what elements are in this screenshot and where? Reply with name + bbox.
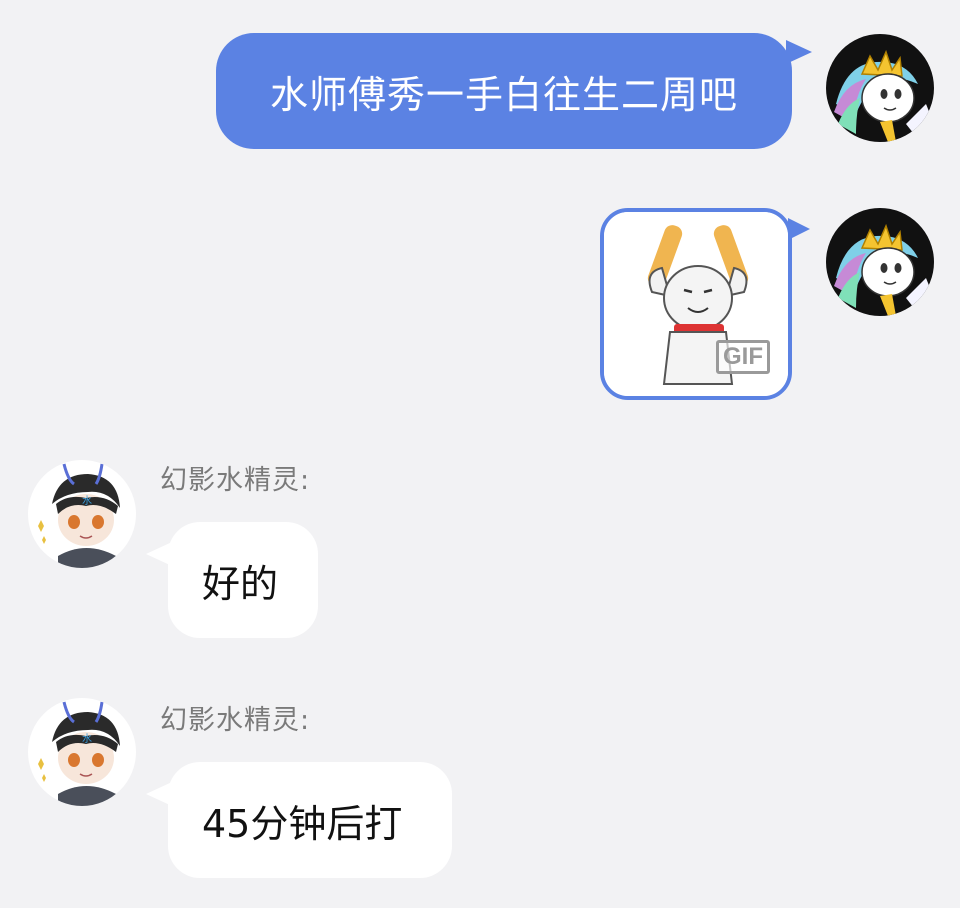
pony-princess-avatar-icon	[826, 34, 934, 142]
gif-badge: GIF	[716, 340, 770, 374]
svg-text:水: 水	[82, 495, 92, 507]
chat-view: 水师傅秀一手白往生二周吧 GIF 水 幻影水精灵: 好的 水 幻影水精灵: 45…	[0, 0, 960, 908]
svg-text:水: 水	[82, 733, 92, 745]
sender-name: 幻影水精灵:	[160, 465, 311, 496]
contact-avatar[interactable]: 水	[28, 460, 136, 568]
sender-name: 幻影水精灵:	[160, 705, 311, 736]
incoming-message-bubble[interactable]: 45分钟后打	[168, 762, 452, 878]
outgoing-message-text: 水师傅秀一手白往生二周吧	[269, 72, 738, 117]
pony-princess-avatar-icon	[826, 208, 934, 316]
gif-bubble-tail	[788, 218, 810, 240]
gif-message-bubble[interactable]: GIF	[600, 208, 792, 400]
self-avatar[interactable]	[826, 34, 934, 142]
outgoing-bubble-tail	[786, 40, 812, 64]
anime-boy-avatar-icon: 水	[28, 698, 136, 806]
contact-avatar[interactable]: 水	[28, 698, 136, 806]
anime-boy-avatar-icon: 水	[28, 460, 136, 568]
outgoing-message-bubble[interactable]: 水师傅秀一手白往生二周吧	[216, 33, 792, 149]
incoming-message-text: 好的	[202, 561, 279, 606]
incoming-message-text: 45分钟后打	[202, 801, 403, 846]
incoming-message-bubble[interactable]: 好的	[168, 522, 318, 638]
self-avatar[interactable]	[826, 208, 934, 316]
